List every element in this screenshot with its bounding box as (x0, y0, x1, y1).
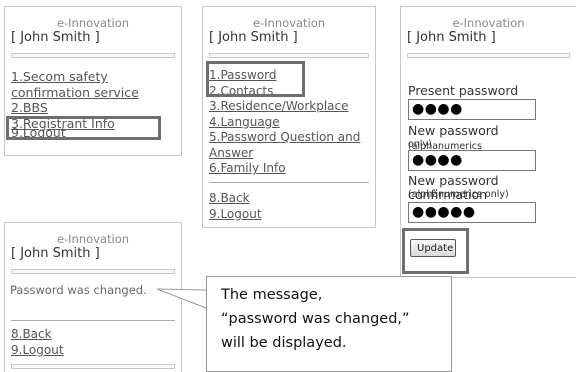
divider-line (209, 182, 369, 183)
confirmation-menu: 8.Back 9.Logout (11, 327, 64, 358)
logout-link[interactable]: 9.Logout (209, 207, 262, 223)
brand-title: e-Innovation (56, 232, 130, 246)
divider-bar (209, 53, 369, 58)
status-message: Password was changed. (10, 283, 147, 297)
menu-item-family-info[interactable]: 6.Family Info (209, 161, 360, 177)
menu-item-residence-workplace[interactable]: 3.Residence/Workplace (209, 99, 360, 115)
menu-item-secom-safety[interactable]: 1.Secom safety (11, 69, 139, 85)
user-name: [ John Smith ] (11, 246, 100, 261)
confirm-password-input[interactable]: ●●●●● (408, 202, 536, 223)
callout-line-3: will be displayed. (221, 335, 347, 351)
registrant-footer-menu: 8.Back 9.Logout (209, 191, 262, 222)
menu-item-language[interactable]: 4.Language (209, 115, 360, 131)
highlight-registrant-info (6, 116, 161, 140)
divider-bar (11, 269, 175, 274)
logout-link[interactable]: 9.Logout (11, 343, 64, 359)
menu-item-password-question[interactable]: 5.Password Question and (209, 130, 360, 146)
divider-bar-bottom (11, 364, 175, 369)
divider-bar (11, 53, 175, 58)
update-button[interactable]: Update (410, 239, 456, 257)
user-name: [ John Smith ] (11, 30, 100, 45)
menu-item-bbs[interactable]: 2.BBS (11, 100, 139, 116)
menu-panel-main: e-Innovation [ John Smith ] 1.Secom safe… (4, 6, 182, 156)
back-link[interactable]: 8.Back (209, 191, 262, 207)
brand-title: e-Innovation (252, 16, 326, 30)
present-password-input[interactable]: ●●●● (408, 99, 536, 120)
divider-bar (407, 53, 570, 58)
annotation-callout: The message, “password was changed,” wil… (206, 276, 452, 372)
brand-title: e-Innovation (452, 16, 525, 30)
menu-item-password-question-cont[interactable]: Answer (209, 146, 360, 162)
menu-panel-registrant: e-Innovation [ John Smith ] 1.Password 2… (202, 6, 376, 228)
new-password-label-text: New password (408, 123, 499, 138)
user-name: [ John Smith ] (209, 30, 298, 45)
callout-line-1: The message, (221, 287, 323, 303)
confirmation-panel: e-Innovation [ John Smith ] Password was… (4, 222, 182, 372)
present-password-label: Present password (408, 83, 519, 98)
brand-title: e-Innovation (56, 16, 130, 30)
confirm-password-note: (alphanumerics only) (408, 189, 509, 200)
menu-item-secom-safety-cont[interactable]: confirmation service (11, 85, 139, 101)
highlight-password (206, 61, 305, 97)
user-name: [ John Smith ] (407, 30, 496, 45)
divider-line (11, 320, 175, 321)
callout-line-2: “password was changed,” (221, 311, 410, 327)
back-link[interactable]: 8.Back (11, 327, 64, 343)
password-form-panel: e-Innovation [ John Smith ] Present pass… (400, 6, 576, 278)
new-password-input[interactable]: ●●●● (408, 150, 536, 171)
